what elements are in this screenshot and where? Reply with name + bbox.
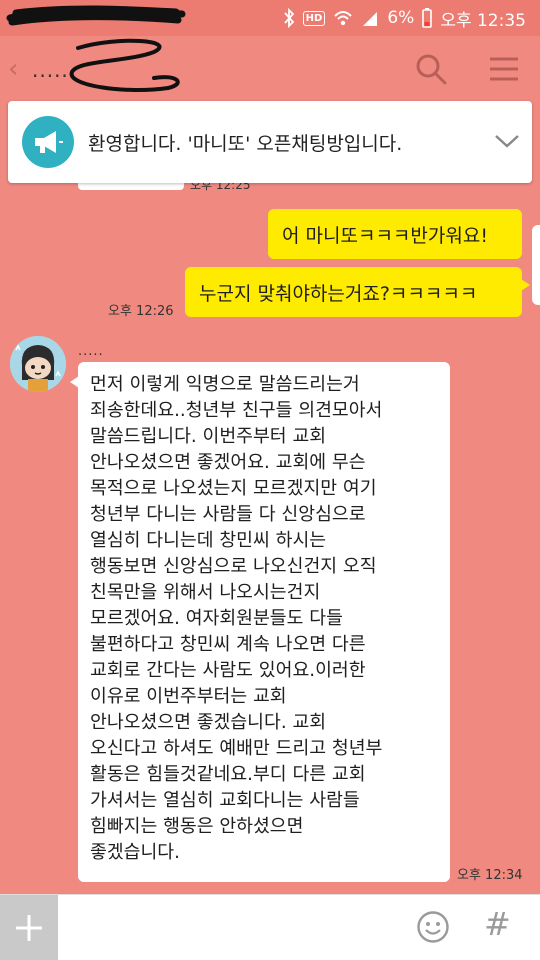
bluetooth-icon: [283, 8, 294, 28]
cartoon-avatar-icon: [10, 336, 66, 392]
message-line: 먼저 이렇게 익명으로 말씀드리는거: [90, 374, 360, 395]
message-line: 목적으로 나오셨는지 모르겠지만 여기: [90, 478, 377, 499]
message-text: 누군지 맞춰야하는거죠?ㅋㅋㅋㅋㅋ: [199, 282, 478, 305]
avatar[interactable]: [10, 336, 66, 392]
message-line: 힘빠지는 행동은 안하셨으면: [90, 816, 304, 837]
search-icon[interactable]: [414, 52, 448, 86]
message-line: 안나오셨으면 좋겠어요. 교회에 무슨: [90, 452, 366, 473]
signal-icon: [363, 12, 378, 26]
status-indicators: HD 6% 오후 12:35: [283, 6, 526, 31]
side-edge-tab: [532, 225, 540, 305]
message-line: 활동은 힘들것같네요.부디 다른 교회: [90, 764, 366, 785]
received-message-bubble[interactable]: 먼저 이렇게 익명으로 말씀드리는거 죄송한데요..청년부 친구들 의견모아서 …: [70, 362, 450, 882]
message-line: 모르겠어요. 여자회원분들도 다들: [90, 608, 343, 629]
battery-percent: 6%: [387, 8, 415, 28]
redaction-scribble: [69, 38, 180, 92]
my-message-bubble[interactable]: 누군지 맞춰야하는거죠?ㅋㅋㅋㅋㅋ: [185, 267, 530, 317]
sender-name: .....: [78, 344, 104, 359]
emoji-icon[interactable]: [416, 910, 450, 944]
notice-text: 환영합니다. '마니또' 오픈채팅방입니다.: [88, 133, 403, 155]
hash-icon[interactable]: #: [484, 905, 511, 943]
wifi-icon: [334, 11, 353, 26]
notice-banner[interactable]: 환영합니다. '마니또' 오픈채팅방입니다.: [8, 101, 532, 183]
message-time: 오후 12:34: [457, 868, 523, 883]
megaphone-icon: [22, 116, 74, 168]
message-line: 오신다고 하셔도 예배만 드리고 청년부: [90, 738, 383, 759]
back-icon[interactable]: ‹: [8, 54, 18, 84]
message-text: 어 마니또ㅋㅋㅋ반가워요!: [282, 224, 488, 247]
chevron-down-icon[interactable]: [494, 133, 520, 149]
hd-badge: HD: [302, 10, 326, 26]
message-time: 오후 12:26: [108, 304, 174, 319]
my-message-bubble[interactable]: 어 마니또ㅋㅋㅋ반가워요!: [268, 209, 522, 259]
menu-icon[interactable]: [488, 56, 520, 82]
message-line: 죄송한데요..청년부 친구들 의견모아서: [90, 400, 383, 421]
message-line: 친목만을 위해서 나오시는건지: [90, 582, 321, 603]
message-line: 교회로 간다는 사람도 있어요.이러한: [90, 660, 366, 681]
attach-button[interactable]: [0, 895, 58, 960]
message-line: 열심히 다니는데 창민씨 하시는: [90, 530, 327, 551]
message-line: 행동보면 신앙심으로 나오신건지 오직: [90, 556, 377, 577]
message-line: 청년부 다니는 사람들 다 신앙심으로: [90, 504, 366, 525]
message-line: 좋겠습니다.: [90, 842, 180, 863]
status-time: 오후 12:35: [440, 10, 526, 31]
message-line: 가셔서는 열심히 교회다니는 사람들: [90, 790, 360, 811]
chat-header: ‹ .....: [0, 36, 540, 102]
message-input[interactable]: [70, 907, 400, 949]
plus-icon: [16, 915, 42, 941]
message-line: 불편하다고 창민씨 계속 나오면 다른: [90, 634, 366, 655]
redaction-scribble: [6, 5, 186, 26]
status-bar: HD 6% 오후 12:35: [0, 0, 540, 36]
battery-icon: [422, 8, 433, 28]
message-line: 말씀드립니다. 이번주부터 교회: [90, 426, 327, 447]
message-line: 이유로 이번주부터는 교회: [90, 686, 287, 707]
input-bar: #: [0, 894, 540, 960]
message-line: 안나오셨으면 좋겠습니다. 교회: [90, 712, 327, 733]
